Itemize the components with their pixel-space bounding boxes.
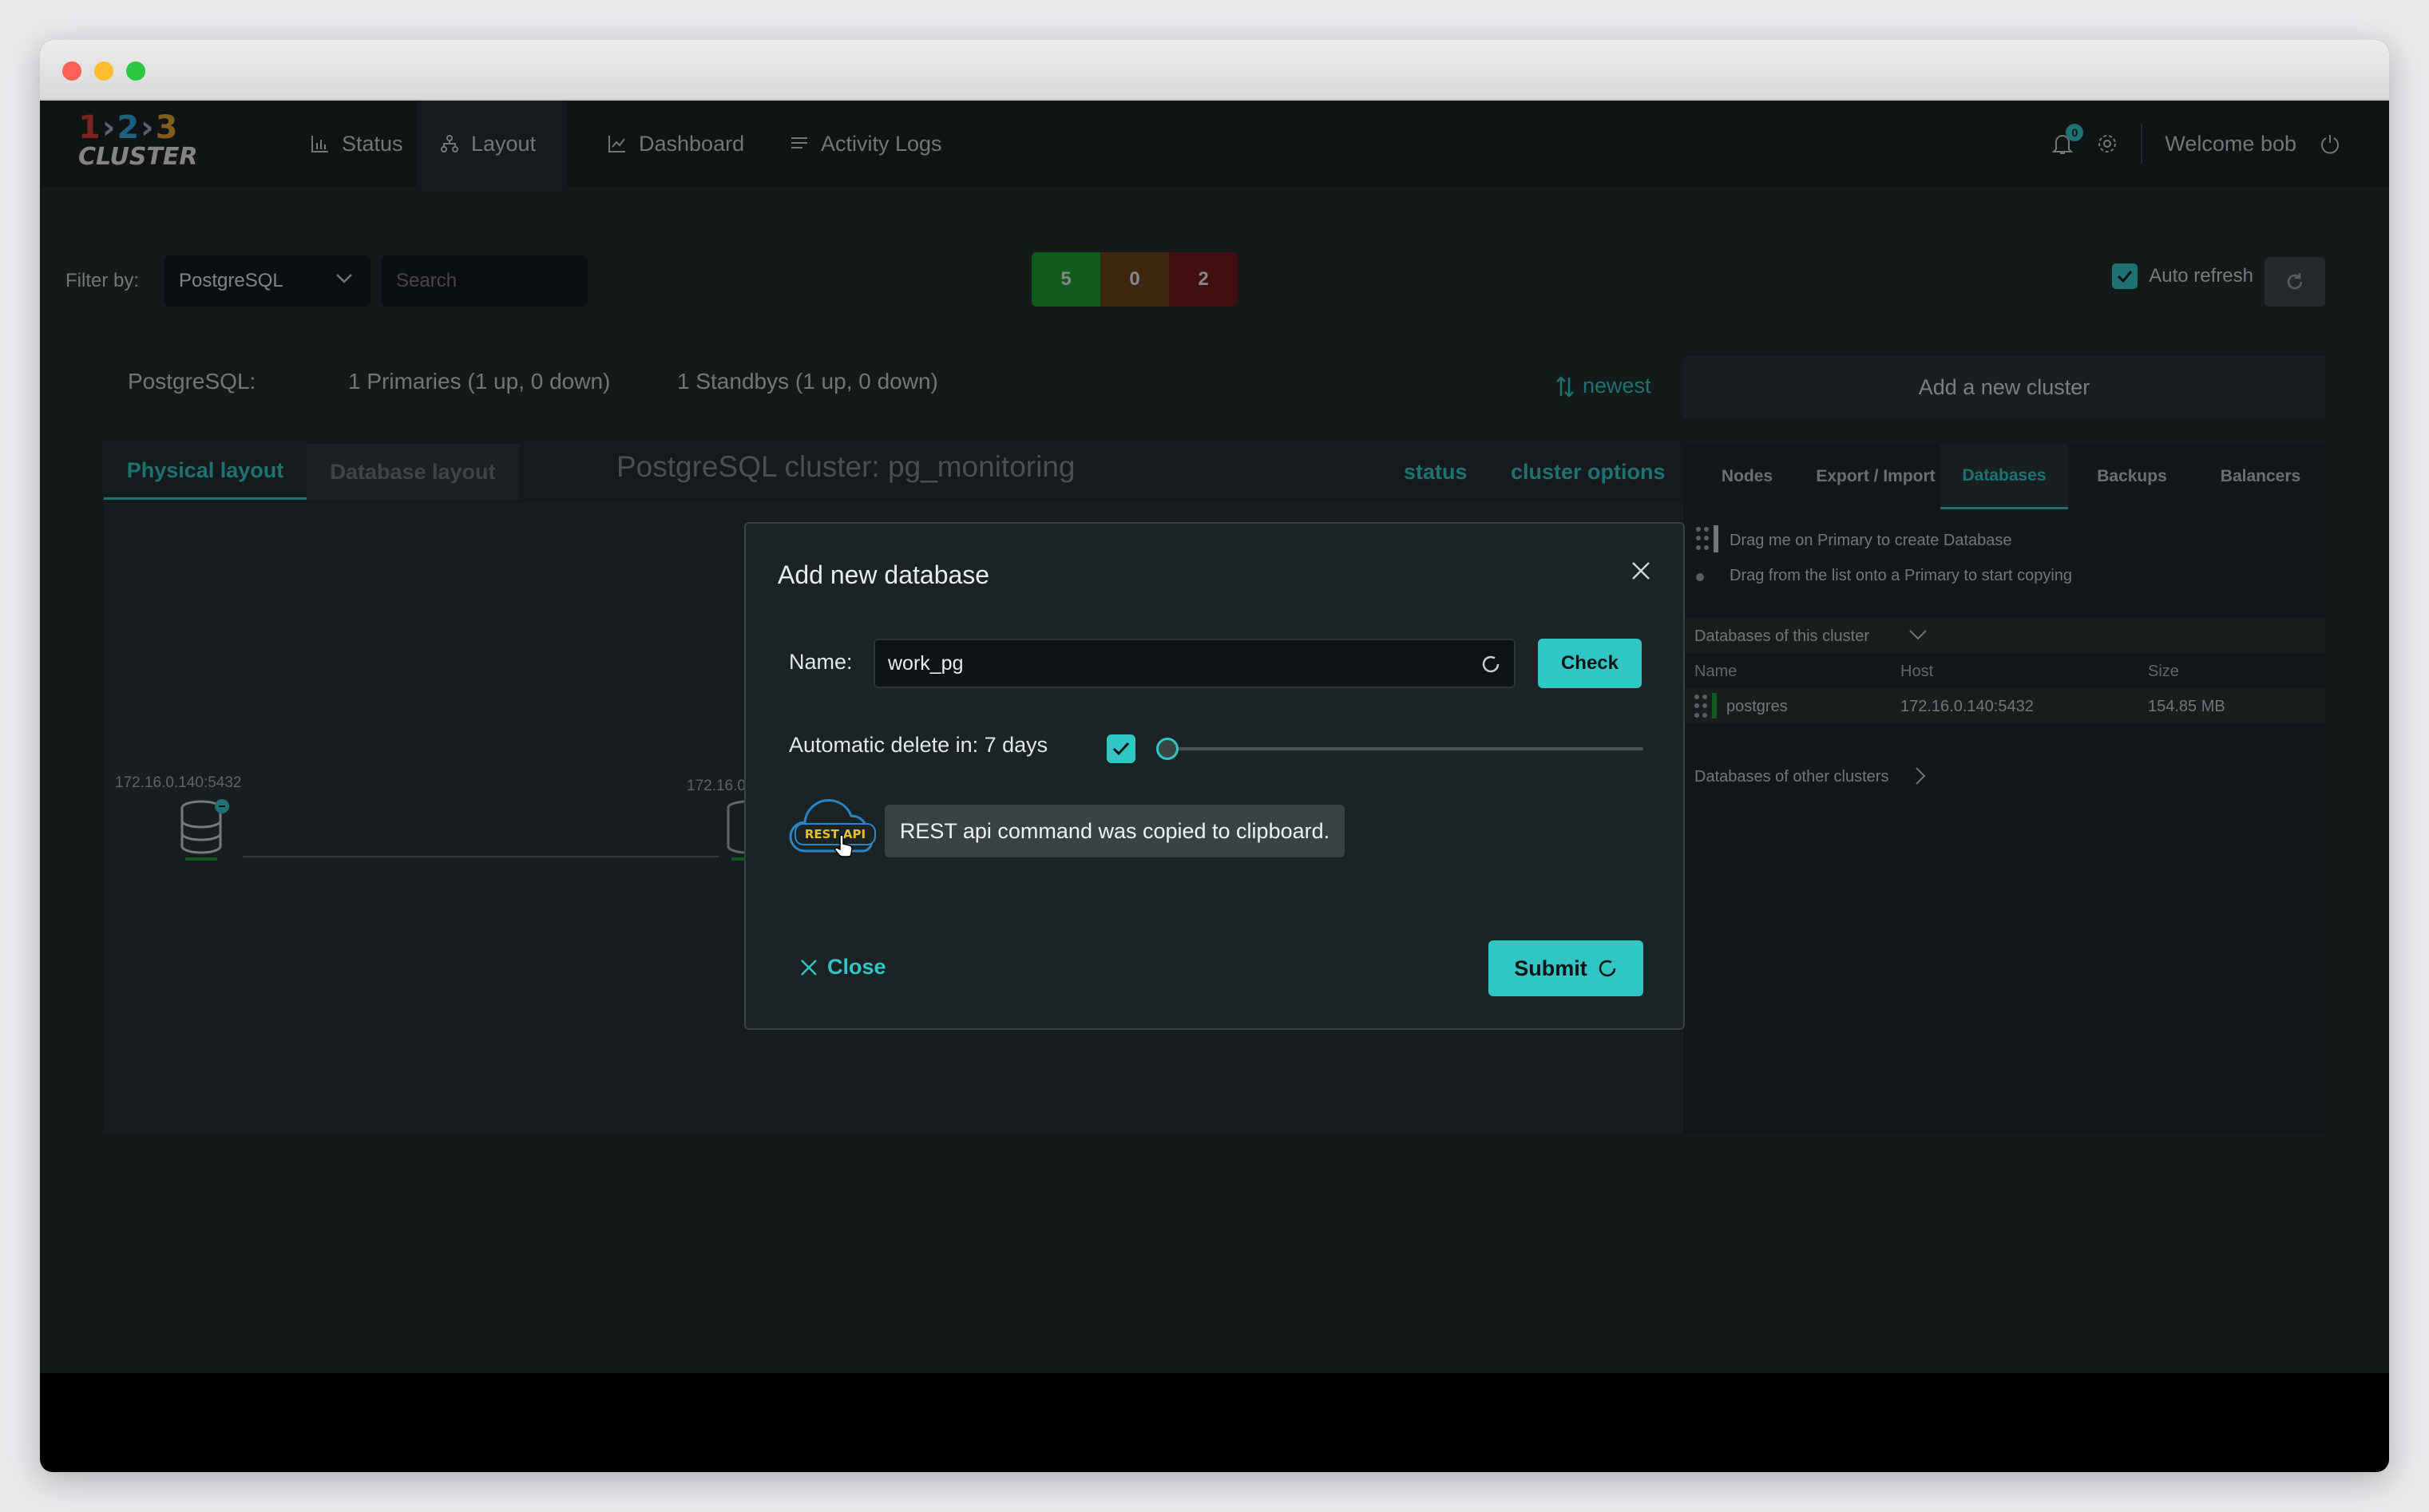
title-bar: [40, 40, 2389, 101]
window-close-button[interactable]: [62, 61, 81, 81]
close-button[interactable]: Close: [800, 955, 886, 980]
auto-delete-slider-track[interactable]: [1167, 747, 1643, 750]
app-content: 1›2›3 CLUSTER Status Layout Dashboard Ac…: [40, 101, 2389, 1373]
database-name-input[interactable]: work_pg: [874, 639, 1516, 688]
spinner-icon: [1482, 655, 1500, 673]
spinner-icon: [1599, 960, 1615, 977]
check-icon: [1112, 742, 1130, 756]
close-label: Close: [827, 955, 886, 979]
check-button[interactable]: Check: [1538, 639, 1642, 688]
submit-button[interactable]: Submit: [1488, 940, 1643, 996]
hand-cursor-icon: [834, 834, 853, 857]
window-zoom-button[interactable]: [126, 61, 145, 81]
auto-delete-checkbox[interactable]: [1107, 734, 1135, 763]
add-database-modal: Add new database Name: work_pg Check Aut…: [744, 522, 1685, 1030]
close-icon[interactable]: [1631, 560, 1651, 581]
app-window: 1›2›3 CLUSTER Status Layout Dashboard Ac…: [40, 40, 2389, 1472]
window-minimize-button[interactable]: [94, 61, 113, 81]
auto-delete-slider-thumb[interactable]: [1156, 738, 1179, 760]
modal-title: Add new database: [778, 560, 990, 589]
auto-delete-label: Automatic delete in: 7 days: [789, 733, 1048, 757]
close-icon: [801, 959, 817, 976]
submit-label: Submit: [1514, 956, 1587, 980]
name-label: Name:: [789, 650, 853, 674]
rest-api-button[interactable]: REST API: [789, 795, 882, 859]
database-name-value: work_pg: [888, 651, 964, 675]
clipboard-tooltip: REST api command was copied to clipboard…: [885, 805, 1345, 857]
